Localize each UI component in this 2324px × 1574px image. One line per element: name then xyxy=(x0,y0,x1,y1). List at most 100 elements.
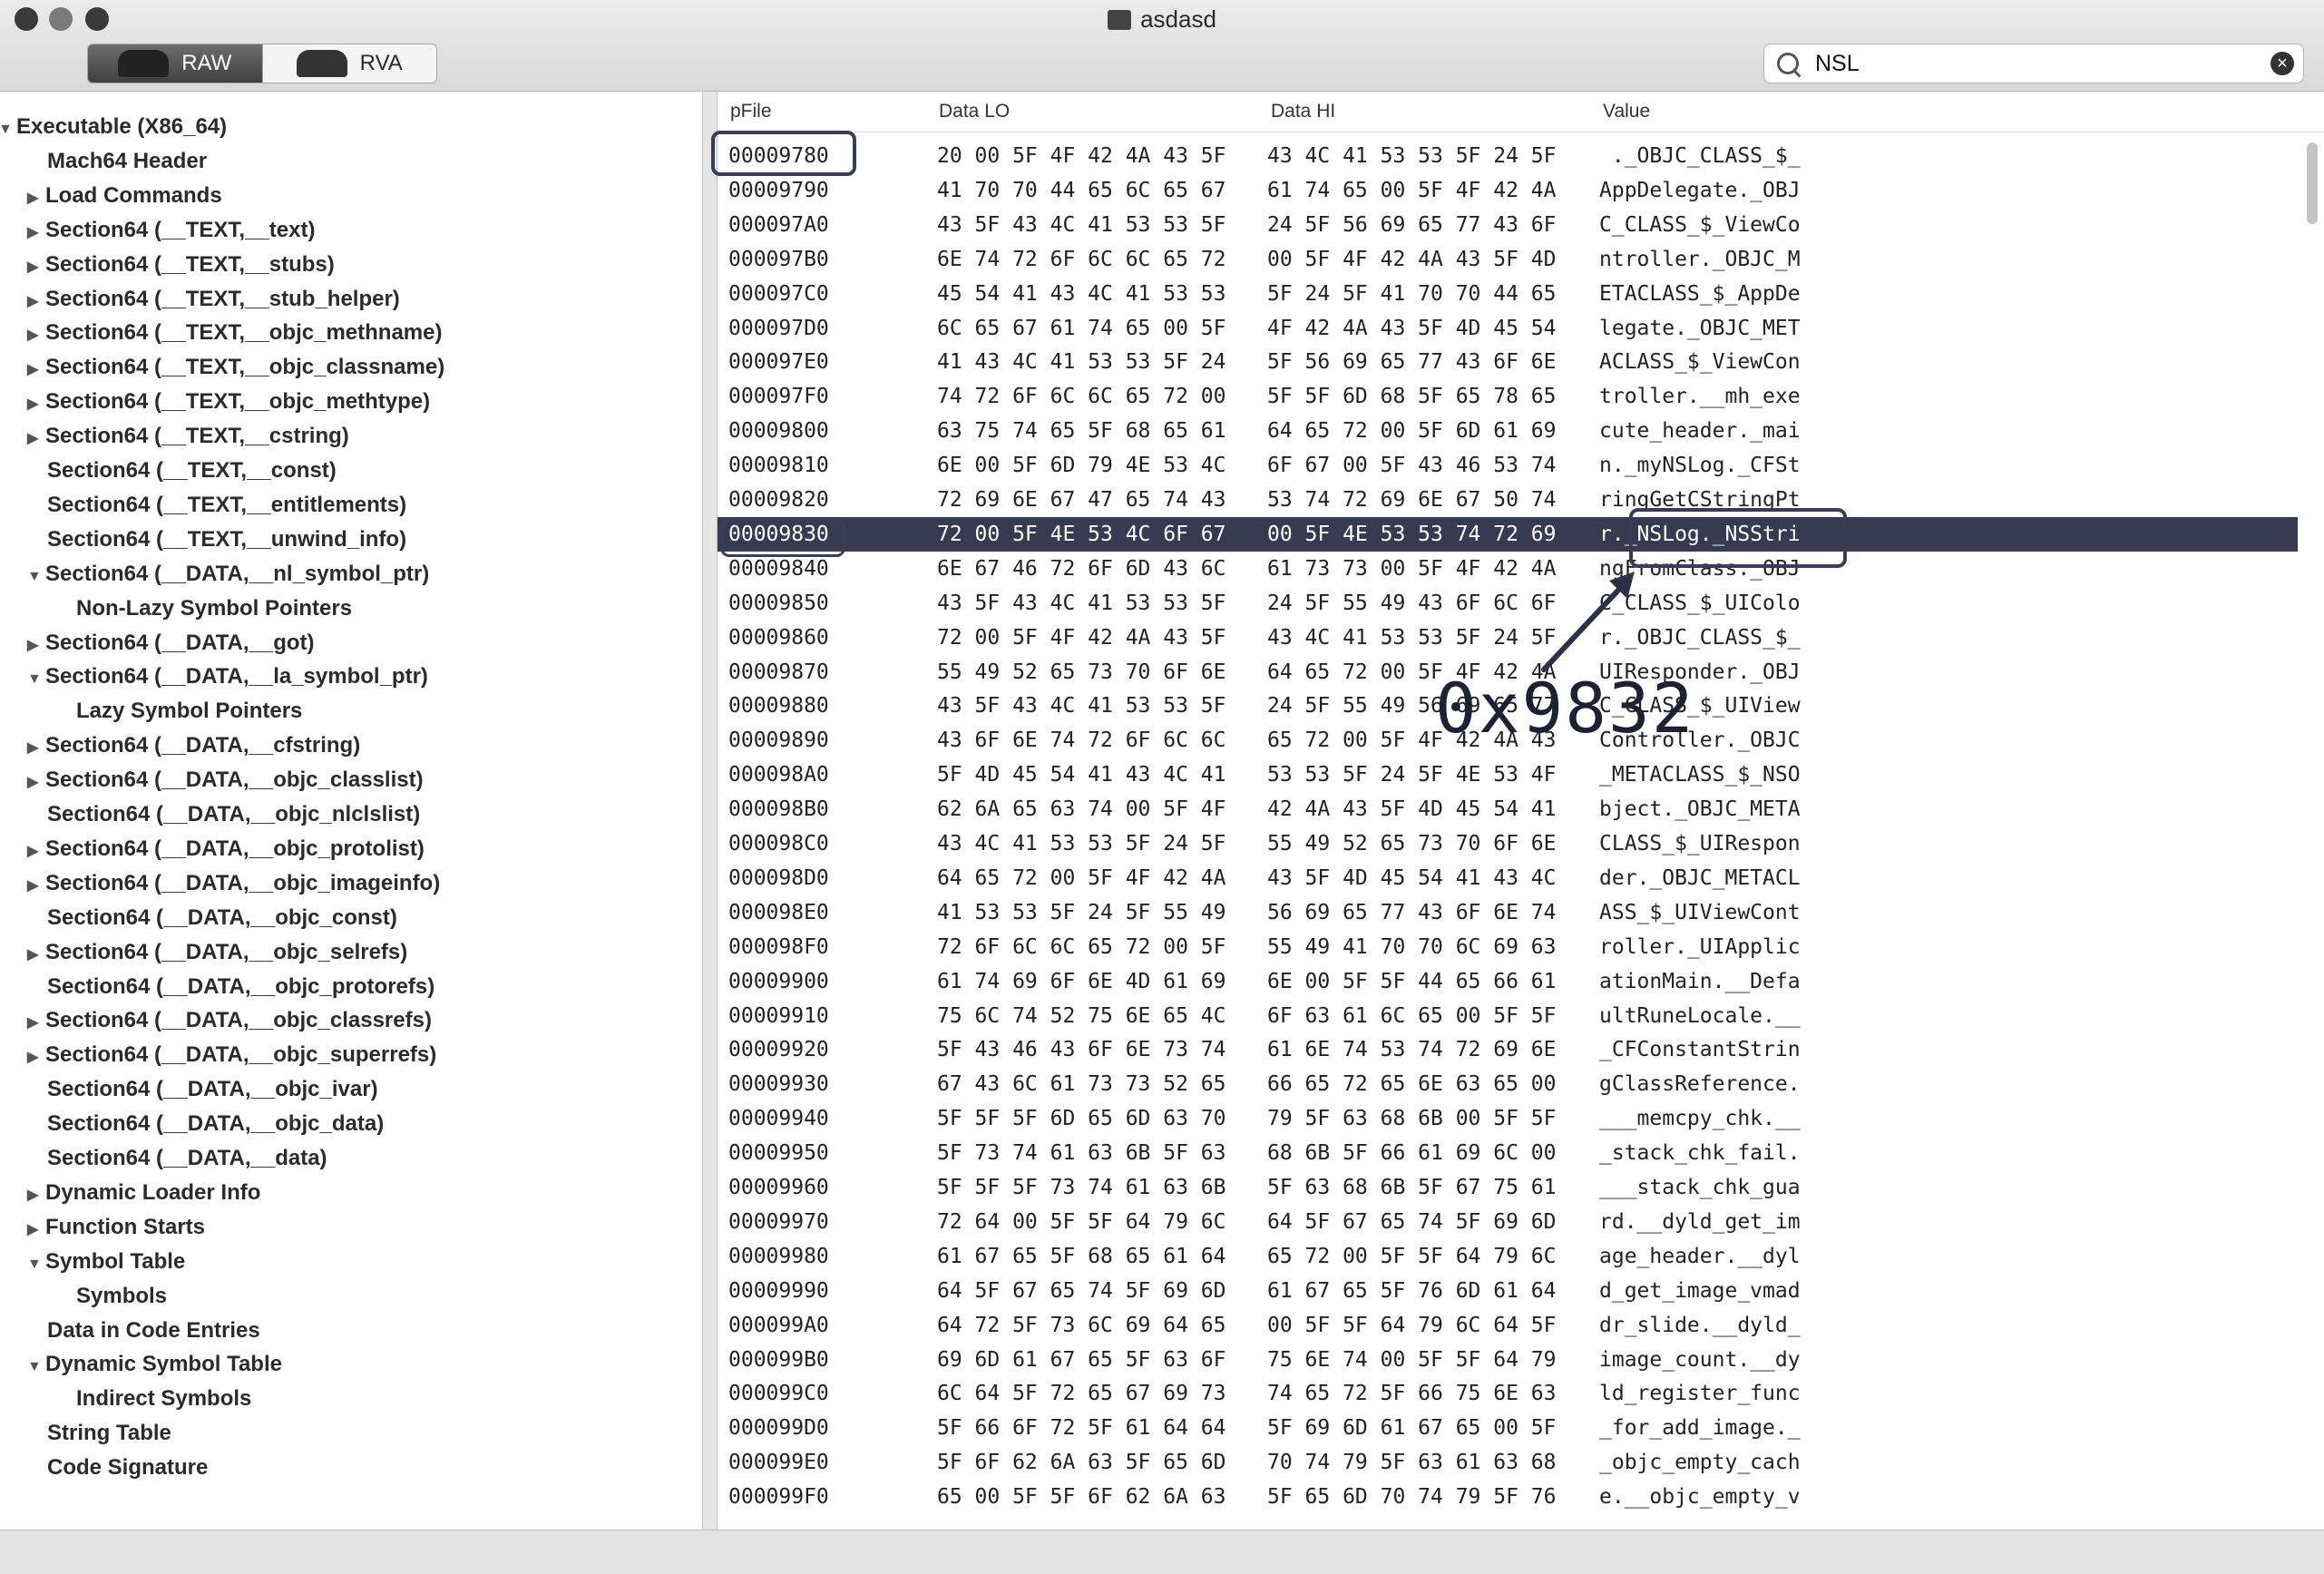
hex-row[interactable]: 00009970 72 64 00 5F 5F 64 79 6C 64 5F 67 … xyxy=(718,1205,2298,1239)
tree-item[interactable]: ▶ Section64 (__DATA,__objc_protolist) xyxy=(27,832,425,866)
pfile-header[interactable]: pFile xyxy=(730,101,772,122)
tree-item[interactable]: ▼ Section64 (__DATA,__la_symbol_ptr) xyxy=(27,660,428,694)
hex-row[interactable]: 000099D0 5F 66 6F 72 5F 61 64 64 5F 69 6D … xyxy=(718,1411,2298,1445)
tree-item[interactable]: Section64 (__TEXT,__const) xyxy=(47,454,337,488)
disclosure-closed-icon[interactable]: ▶ xyxy=(27,250,45,285)
hex-row[interactable]: 000098F0 72 6F 6C 6C 65 72 00 5F 55 49 41 … xyxy=(718,930,2298,964)
disclosure-closed-icon[interactable]: ▶ xyxy=(27,387,45,422)
hex-row[interactable]: 000098B0 62 6A 65 63 74 00 5F 4F 42 4A 43 … xyxy=(718,792,2298,826)
disclosure-open-icon[interactable]: ▼ xyxy=(27,1350,45,1384)
tree-item[interactable]: Mach64 Header xyxy=(47,144,207,179)
hex-row[interactable]: 000099A0 64 72 5F 73 6C 69 64 65 00 5F 5F … xyxy=(718,1308,2298,1343)
raw-mode-button[interactable]: RAW xyxy=(88,44,262,83)
hex-row[interactable]: 00009790 41 70 70 44 65 6C 65 67 61 74 65 … xyxy=(718,173,2298,208)
hex-row[interactable]: 000099F0 65 00 5F 5F 6F 62 6A 63 5F 65 6D … xyxy=(718,1480,2298,1514)
data-hi-header[interactable]: Data HI xyxy=(1271,101,1335,122)
tree-item[interactable]: Code Signature xyxy=(47,1451,208,1485)
hex-row[interactable]: 00009930 67 43 6C 61 73 73 52 65 66 65 72 … xyxy=(718,1067,2298,1101)
hex-row[interactable]: 000099B0 69 6D 61 67 65 5F 63 6F 75 6E 74 … xyxy=(718,1343,2298,1377)
structure-tree[interactable]: ▼Executable (X86_64)Mach64 Header▶Load C… xyxy=(0,92,703,1530)
tree-item[interactable]: Section64 (__DATA,__objc_const) xyxy=(47,901,397,935)
clear-search-icon[interactable]: × xyxy=(2270,52,2294,75)
tree-item[interactable]: ▶ Section64 (__TEXT,__text) xyxy=(27,213,315,248)
disclosure-closed-icon[interactable]: ▶ xyxy=(27,318,45,353)
hex-row[interactable]: 000097E0 41 43 4C 41 53 53 5F 24 5F 56 69 … xyxy=(718,345,2298,379)
tree-item[interactable]: Section64 (__DATA,__objc_protorefs) xyxy=(47,970,435,1004)
disclosure-closed-icon[interactable]: ▶ xyxy=(27,285,45,319)
disclosure-open-icon[interactable]: ▼ xyxy=(0,112,16,147)
tree-item[interactable]: Section64 (__DATA,__data) xyxy=(47,1141,327,1176)
hex-row[interactable]: 00009920 5F 43 46 43 6F 6E 73 74 61 6E 74 … xyxy=(718,1032,2298,1067)
disclosure-closed-icon[interactable]: ▶ xyxy=(27,353,45,387)
tree-item[interactable]: ▶ Section64 (__DATA,__objc_classrefs) xyxy=(27,1003,432,1038)
disclosure-closed-icon[interactable]: ▶ xyxy=(27,629,45,663)
tree-item[interactable]: Lazy Symbol Pointers xyxy=(76,694,302,728)
hex-row[interactable]: 00009810 6E 00 5F 6D 79 4E 53 4C 6F 67 00 … xyxy=(718,448,2298,483)
tree-item[interactable]: Section64 (__DATA,__objc_data) xyxy=(47,1107,384,1141)
tree-item[interactable]: ▶ Function Starts xyxy=(27,1210,205,1245)
tree-item[interactable]: Section64 (__DATA,__objc_ivar) xyxy=(47,1072,378,1107)
hex-row[interactable]: 000098E0 41 53 53 5F 24 5F 55 49 56 69 65 … xyxy=(718,895,2298,930)
disclosure-closed-icon[interactable]: ▶ xyxy=(27,216,45,250)
tree-item[interactable]: ▶ Section64 (__TEXT,__cstring) xyxy=(27,419,349,454)
tree-item[interactable]: ▶ Section64 (__TEXT,__stubs) xyxy=(27,248,335,282)
tree-item[interactable]: ▼ Section64 (__DATA,__nl_symbol_ptr) xyxy=(27,557,429,591)
tree-item[interactable]: ▶ Section64 (__DATA,__objc_classlist) xyxy=(27,763,424,797)
hex-row[interactable]: 00009830 72 00 5F 4E 53 4C 6F 67 00 5F 4E … xyxy=(718,516,2298,552)
hex-row[interactable]: 00009840 6E 67 46 72 6F 6D 43 6C 61 73 73 … xyxy=(718,552,2298,586)
hex-row[interactable]: 000098D0 64 65 72 00 5F 4F 42 4A 43 5F 4D … xyxy=(718,861,2298,895)
hex-row[interactable]: 00009950 5F 73 74 61 63 6B 5F 63 68 6B 5F … xyxy=(718,1136,2298,1170)
tree-item[interactable]: ▶ Section64 (__TEXT,__stub_helper) xyxy=(27,282,400,317)
hex-row[interactable]: 00009960 5F 5F 5F 73 74 61 63 6B 5F 63 68 … xyxy=(718,1170,2298,1205)
value-header[interactable]: Value xyxy=(1603,101,1650,122)
hex-row[interactable]: 00009780 20 00 5F 4F 42 4A 43 5F 43 4C 41 … xyxy=(718,139,2298,173)
disclosure-closed-icon[interactable]: ▶ xyxy=(27,835,45,869)
tree-item[interactable]: ▼ Symbol Table xyxy=(27,1245,185,1279)
tree-item[interactable]: String Table xyxy=(47,1416,171,1451)
disclosure-closed-icon[interactable]: ▶ xyxy=(27,1213,45,1247)
hex-row[interactable]: 000097F0 74 72 6F 6C 6C 65 72 00 5F 5F 6D … xyxy=(718,379,2298,414)
tree-item[interactable]: Data in Code Entries xyxy=(47,1314,260,1348)
hex-row[interactable]: 00009860 72 00 5F 4F 42 4A 43 5F 43 4C 41 … xyxy=(718,621,2298,655)
hex-row[interactable]: 000098C0 43 4C 41 53 53 5F 24 5F 55 49 52 … xyxy=(718,826,2298,861)
disclosure-open-icon[interactable]: ▼ xyxy=(27,560,45,594)
tree-item[interactable]: ▼ Dynamic Symbol Table xyxy=(27,1347,282,1382)
disclosure-closed-icon[interactable]: ▶ xyxy=(27,731,45,766)
search-field[interactable]: NSL × xyxy=(1763,44,2304,83)
tree-item[interactable]: ▶ Load Commands xyxy=(27,179,222,213)
disclosure-closed-icon[interactable]: ▶ xyxy=(27,1041,45,1075)
hex-row[interactable]: 00009900 61 74 69 6F 6E 4D 61 69 6E 00 5F … xyxy=(718,964,2298,999)
disclosure-closed-icon[interactable]: ▶ xyxy=(27,181,45,216)
tree-item[interactable]: ▼Executable (X86_64) xyxy=(0,110,227,144)
search-input[interactable]: NSL xyxy=(1815,51,2270,77)
tree-item[interactable]: ▶ Section64 (__DATA,__objc_imageinfo) xyxy=(27,866,440,901)
disclosure-closed-icon[interactable]: ▶ xyxy=(27,766,45,800)
tree-item[interactable]: Symbols xyxy=(76,1279,167,1314)
tree-item[interactable]: ▶ Section64 (__DATA,__objc_selrefs) xyxy=(27,935,407,970)
hex-row[interactable]: 000099C0 6C 64 5F 72 65 67 69 73 74 65 72 … xyxy=(718,1376,2298,1411)
disclosure-closed-icon[interactable]: ▶ xyxy=(27,938,45,973)
tree-item[interactable]: Non-Lazy Symbol Pointers xyxy=(76,591,352,626)
disclosure-open-icon[interactable]: ▼ xyxy=(27,662,45,697)
tree-item[interactable]: Section64 (__DATA,__objc_nlclslist) xyxy=(47,797,420,832)
disclosure-closed-icon[interactable]: ▶ xyxy=(27,1178,45,1213)
tree-item[interactable]: Indirect Symbols xyxy=(76,1382,251,1416)
hex-row[interactable]: 00009990 64 5F 67 65 74 5F 69 6D 61 67 65 … xyxy=(718,1274,2298,1308)
tree-item[interactable]: ▶ Section64 (__DATA,__got) xyxy=(27,626,315,660)
tree-item[interactable]: ▶ Section64 (__DATA,__objc_superrefs) xyxy=(27,1038,436,1072)
hex-row[interactable]: 00009820 72 69 6E 67 47 65 74 43 53 74 72 … xyxy=(718,483,2298,517)
hex-row[interactable]: 00009800 63 75 74 65 5F 68 65 61 64 65 72 … xyxy=(718,414,2298,448)
tree-item[interactable]: Section64 (__TEXT,__unwind_info) xyxy=(47,523,406,557)
disclosure-closed-icon[interactable]: ▶ xyxy=(27,869,45,904)
hex-row[interactable]: 00009850 43 5F 43 4C 41 53 53 5F 24 5F 55 … xyxy=(718,586,2298,621)
hex-row[interactable]: 000098A0 5F 4D 45 54 41 43 4C 41 53 53 5F … xyxy=(718,758,2298,792)
hex-row[interactable]: 000097B0 6E 74 72 6F 6C 6C 65 72 00 5F 4F … xyxy=(718,242,2298,277)
hex-row[interactable]: 000099E0 5F 6F 62 6A 63 5F 65 6D 70 74 79 … xyxy=(718,1445,2298,1480)
tree-item[interactable]: ▶ Dynamic Loader Info xyxy=(27,1176,260,1210)
data-lo-header[interactable]: Data LO xyxy=(939,101,1010,122)
rva-mode-button[interactable]: RVA xyxy=(261,44,437,83)
hex-view[interactable]: pFile Data LO Data HI Value 00009780 20 0… xyxy=(717,92,2324,1530)
hex-row[interactable]: 000097C0 45 54 41 43 4C 41 53 53 5F 24 5F … xyxy=(718,277,2298,311)
tree-item[interactable]: ▶ Section64 (__TEXT,__objc_methname) xyxy=(27,316,442,350)
tree-item[interactable]: ▶ Section64 (__TEXT,__objc_methtype) xyxy=(27,385,430,419)
